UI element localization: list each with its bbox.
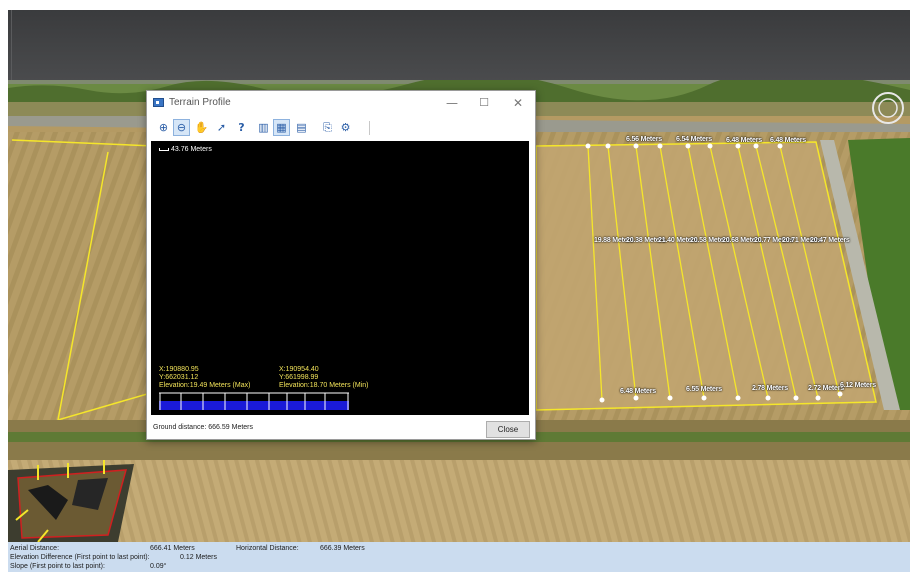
measure-label: 6.55 Meters [686, 386, 722, 393]
app-frame: 6.56 Meters 6.54 Meters 6.48 Meters 6.48… [0, 0, 910, 572]
measure-label: 6.48 Meters [620, 388, 656, 395]
max-point-elevation: Elevation:19.49 Meters (Max) [159, 382, 251, 389]
measure-label: 6.48 Meters [770, 137, 806, 144]
profile-bar [159, 392, 349, 410]
window-close-button[interactable]: ✕ [503, 93, 533, 113]
top-toolbar [8, 10, 910, 80]
slope-label: Slope (First point to last point): [10, 563, 105, 570]
terrain-profile-graph[interactable]: 43.76 Meters X:190880.95 Y:662031.12 Ele… [151, 141, 529, 415]
zoom-out-icon[interactable]: ⊖ [173, 119, 190, 136]
measure-label: 6.54 Meters [676, 136, 712, 143]
zoom-in-icon[interactable]: ⊕ [155, 119, 172, 136]
terrain-profile-window[interactable]: Terrain Profile — ☐ ✕ ⊕ ⊖ ✋ ➚ ? ▥ ▦ ▤ ⎘ … [146, 90, 536, 440]
window-title: Terrain Profile [169, 97, 231, 108]
profile-view-2-icon[interactable]: ▦ [273, 119, 290, 136]
app-window-icon [153, 98, 164, 107]
max-point-y: Y:662031.12 [159, 374, 199, 381]
export-icon[interactable]: ⎘ [319, 119, 336, 136]
min-point-y: Y:661998.99 [279, 374, 319, 381]
maximize-button[interactable]: ☐ [469, 93, 499, 113]
profile-toolbar: ⊕ ⊖ ✋ ➚ ? ▥ ▦ ▤ ⎘ ⚙ [147, 117, 535, 139]
toolbar-separator [369, 121, 370, 135]
minimize-button[interactable]: — [437, 93, 467, 113]
close-button[interactable]: Close [486, 421, 530, 438]
measure-label: 20.47 Meters [810, 237, 850, 244]
scale-indicator: 43.76 Meters [159, 146, 212, 153]
measure-label: 2.72 Meters [808, 385, 844, 392]
settings-icon[interactable]: ⚙ [337, 119, 354, 136]
aerial-distance-value: 666.41 Meters [150, 545, 195, 552]
profile-view-1-icon[interactable]: ▥ [255, 119, 272, 136]
pan-hand-icon[interactable]: ✋ [193, 119, 210, 136]
ground-distance: Ground distance: 666.59 Meters [153, 424, 254, 431]
slope-value: 0.09° [150, 563, 167, 570]
toolbar-grip[interactable] [8, 10, 12, 80]
max-point-x: X:190880.95 [159, 366, 199, 373]
min-point-info: X:190954.40 Y:661998.99 Elevation:18.70 … [279, 366, 368, 390]
measure-label: 2.78 Meters [752, 385, 788, 392]
min-point-x: X:190954.40 [279, 366, 319, 373]
elevation-difference-label: Elevation Difference (First point to las… [10, 554, 150, 561]
horizontal-distance-value: 666.39 Meters [320, 545, 365, 552]
min-point-elevation: Elevation:18.70 Meters (Min) [279, 382, 369, 389]
measure-label: 6.56 Meters [626, 136, 662, 143]
elevation-difference-value: 0.12 Meters [180, 554, 217, 561]
scale-text: 43.76 Meters [171, 146, 212, 153]
scale-bar-icon [159, 147, 169, 151]
help-icon[interactable]: ? [233, 119, 250, 136]
arrow-icon[interactable]: ➚ [213, 119, 230, 136]
profile-view-3-icon[interactable]: ▤ [293, 119, 310, 136]
measure-label: 6.12 Meters [840, 382, 876, 389]
measurement-info-bar: Aerial Distance: 666.41 Meters Horizonta… [8, 542, 910, 572]
horizontal-distance-label: Horizontal Distance: [236, 545, 299, 552]
max-point-info: X:190880.95 Y:662031.12 Elevation:19.49 … [159, 366, 250, 390]
aerial-distance-label: Aerial Distance: [10, 545, 60, 552]
measure-label: 6.48 Meters [726, 137, 762, 144]
title-bar[interactable]: Terrain Profile — ☐ ✕ [147, 91, 535, 115]
